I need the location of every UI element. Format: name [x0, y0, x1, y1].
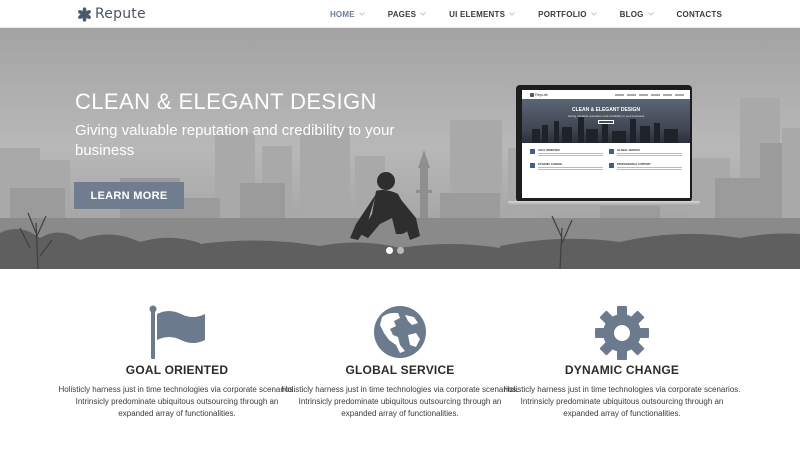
- learn-more-button[interactable]: LEARN MORE: [74, 182, 184, 209]
- nav-item-label: UI ELEMENTS: [449, 9, 506, 19]
- nav-item-label: BLOG: [619, 9, 644, 19]
- nav-item-blog[interactable]: BLOG: [620, 10, 654, 19]
- preview-hero: CLEAN & ELEGANT DESIGN Giving valuable r…: [522, 99, 690, 143]
- laptop-base: [508, 201, 700, 206]
- nav-item-contacts[interactable]: CONTACTS: [677, 10, 722, 19]
- preview-card: DYNAMIC CHANGE: [530, 163, 603, 171]
- slider-dot-1[interactable]: [386, 247, 393, 254]
- feature-title: GLOBAL SERVICE: [345, 363, 455, 377]
- chevron-down-icon: [420, 12, 426, 16]
- nav-item-pages[interactable]: PAGES: [388, 10, 426, 19]
- logo[interactable]: Repute: [77, 5, 146, 23]
- feature-description: Holisticly harness just in time technolo…: [58, 385, 296, 418]
- preview-features: GOAL ORIENTED GLOBAL SERVICE DYNAMIC CHA…: [522, 143, 690, 171]
- slider-dot-2[interactable]: [397, 247, 404, 254]
- feature-description: Holisticly harness just in time technolo…: [281, 385, 519, 418]
- laptop-screen: Repute CLEAN & ELEGANT DESIGN Giving val…: [522, 90, 690, 198]
- preview-card: GLOBAL SERVICE: [609, 149, 682, 157]
- preview-card: PROFESSIONAL SUPPORT: [609, 163, 682, 171]
- chevron-down-icon: [590, 12, 597, 16]
- nav-item-portfolio[interactable]: PORTFOLIO: [538, 9, 597, 19]
- preview-button: [598, 120, 614, 124]
- chevron-down-icon: [358, 12, 365, 16]
- slider-pagination: [386, 247, 408, 254]
- feature-title: GOAL ORIENTED: [125, 363, 229, 377]
- preview-logo: Repute: [530, 92, 548, 97]
- nav-item-ui-elements[interactable]: UI ELEMENTS: [449, 10, 515, 19]
- brand-name: Repute: [95, 6, 146, 22]
- chevron-down-icon: [647, 12, 654, 16]
- globe-icon: [374, 306, 426, 358]
- hero-subtitle: Giving valuable reputation and credibili…: [75, 122, 395, 159]
- preview-nav: [612, 93, 684, 96]
- chevron-down-icon: [509, 12, 515, 16]
- preview-header: Repute: [522, 90, 690, 99]
- gear-icon: [595, 306, 649, 360]
- nav-item-label: PAGES: [387, 9, 417, 19]
- preview-card: GOAL ORIENTED: [530, 149, 603, 157]
- hero-title: CLEAN & ELEGANT DESIGN: [75, 89, 377, 114]
- hero-slider: CLEAN & ELEGANT DESIGN Giving valuable r…: [0, 28, 800, 269]
- nav-item-label: CONTACTS: [676, 9, 722, 19]
- feature-description: Holisticly harness just in time technolo…: [503, 385, 741, 418]
- main-nav: HOME PAGES UI ELEMENTS PORTFOLIO BLOG CO…: [307, 0, 722, 28]
- laptop-frame: Repute CLEAN & ELEGANT DESIGN Giving val…: [516, 85, 692, 202]
- asterisk-logo-icon: [78, 6, 91, 22]
- nav-item-home[interactable]: HOME: [330, 10, 365, 19]
- nav-item-label: PORTFOLIO: [538, 9, 587, 19]
- flag-icon: [149, 305, 205, 359]
- features-section: GOAL ORIENTED Holisticly harness just in…: [0, 269, 800, 456]
- nav-item-label: HOME: [329, 9, 355, 19]
- site-header: Repute HOME PAGES UI ELEMENTS PORTFOLIO …: [0, 0, 800, 28]
- laptop-mockup-image: Repute CLEAN & ELEGANT DESIGN Giving val…: [508, 85, 700, 207]
- preview-title: CLEAN & ELEGANT DESIGN: [571, 107, 641, 113]
- feature-title: DYNAMIC CHANGE: [564, 363, 680, 377]
- preview-subtitle: Giving valuable reputation and credibili…: [567, 114, 645, 118]
